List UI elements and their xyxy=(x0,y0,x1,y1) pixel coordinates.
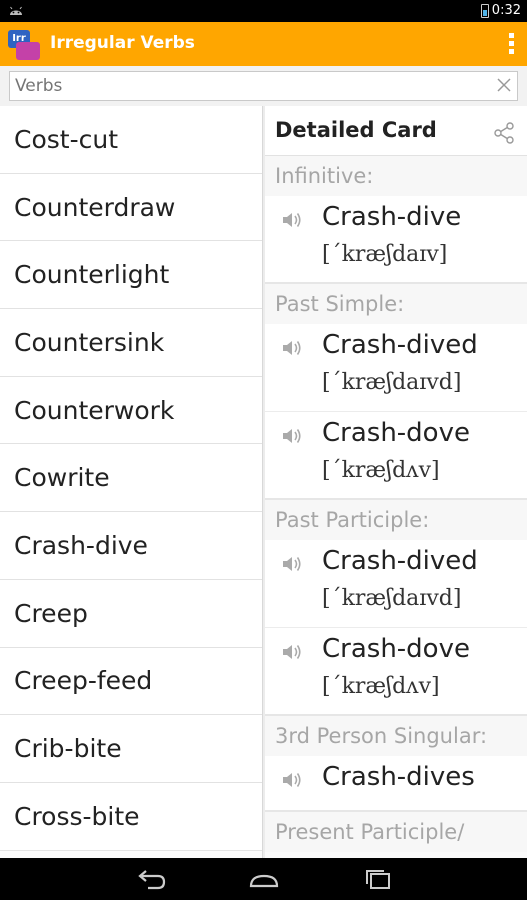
list-item[interactable]: Creep xyxy=(0,579,262,648)
list-item[interactable]: Counterwork xyxy=(0,376,262,445)
app-logo-bottom xyxy=(16,42,40,60)
app-logo: Irr xyxy=(8,30,40,60)
verb-form: Crash-dived [ˊkræʃdaɪvd] xyxy=(265,540,527,628)
form-transcription: [ˊkræʃdʌv] xyxy=(322,674,440,699)
speaker-icon[interactable] xyxy=(281,210,303,230)
form-word: Crash-dove xyxy=(322,634,470,664)
detail-panel: Detailed Card Infinitive: Crash-dive [ˊk… xyxy=(265,106,527,858)
list-item[interactable]: Cost-cut xyxy=(0,106,262,174)
action-bar: Irr Irregular Verbs xyxy=(0,22,527,66)
speaker-icon[interactable] xyxy=(281,554,303,574)
form-word: Crash-dives xyxy=(322,762,475,792)
list-item[interactable]: Counterdraw xyxy=(0,173,262,242)
form-word: Crash-dived xyxy=(322,330,478,360)
speaker-icon[interactable] xyxy=(281,642,303,662)
battery-icon xyxy=(481,4,489,18)
verb-list: Cost-cut Counterdraw Counterlight Counte… xyxy=(0,106,263,858)
list-item[interactable]: Crash-dive xyxy=(0,512,262,580)
search-bar xyxy=(0,66,527,106)
speaker-icon[interactable] xyxy=(281,338,303,358)
past-participle-label: Past Participle: xyxy=(265,500,527,540)
infinitive-label: Infinitive: xyxy=(265,156,527,196)
list-item[interactable]: Cowrite xyxy=(0,444,262,513)
search-input[interactable] xyxy=(9,71,518,101)
form-transcription: [ˊkræʃdʌv] xyxy=(322,458,440,483)
navigation-bar xyxy=(0,858,527,900)
third-person-label: 3rd Person Singular: xyxy=(265,716,527,756)
home-icon[interactable] xyxy=(248,868,280,890)
list-item[interactable]: Cross-bite xyxy=(0,782,262,851)
form-word: Crash-dove xyxy=(322,418,470,448)
speaker-icon[interactable] xyxy=(281,770,303,790)
detail-header: Detailed Card xyxy=(265,106,527,156)
overflow-menu-icon[interactable] xyxy=(509,33,515,55)
android-icon xyxy=(10,6,22,15)
verb-form: Crash-dived [ˊkræʃdaɪvd] xyxy=(265,324,527,412)
speaker-icon[interactable] xyxy=(281,426,303,446)
form-transcription: [ˊkræʃdaɪvd] xyxy=(322,586,462,611)
app-title: Irregular Verbs xyxy=(50,33,195,53)
past-simple-label: Past Simple: xyxy=(265,284,527,324)
verb-form: Crash-dive [ˊkræʃdaɪv] xyxy=(265,196,527,284)
share-icon[interactable] xyxy=(493,122,515,144)
status-time: 0:32 xyxy=(491,3,521,18)
detail-title: Detailed Card xyxy=(275,118,437,142)
present-participle-label: Present Participle/ xyxy=(265,812,527,852)
list-item[interactable]: Counterlight xyxy=(0,241,262,310)
form-word: Crash-dive xyxy=(322,202,462,232)
status-bar: 0:32 xyxy=(0,0,527,22)
form-transcription: [ˊkræʃdaɪvd] xyxy=(322,370,462,395)
recent-apps-icon[interactable] xyxy=(362,868,394,890)
list-item[interactable]: Crib-bite xyxy=(0,715,262,783)
verb-form: Crash-dives xyxy=(265,756,527,812)
verb-form: Crash-dove [ˊkræʃdʌv] xyxy=(265,628,527,716)
form-word: Crash-dived xyxy=(322,546,478,576)
list-item[interactable]: Countersink xyxy=(0,309,262,377)
verb-form: Crash-dove [ˊkræʃdʌv] xyxy=(265,412,527,500)
list-item[interactable]: Creep-feed xyxy=(0,647,262,716)
form-transcription: [ˊkræʃdaɪv] xyxy=(322,242,448,267)
close-icon[interactable] xyxy=(497,78,511,92)
back-icon[interactable] xyxy=(136,868,168,890)
